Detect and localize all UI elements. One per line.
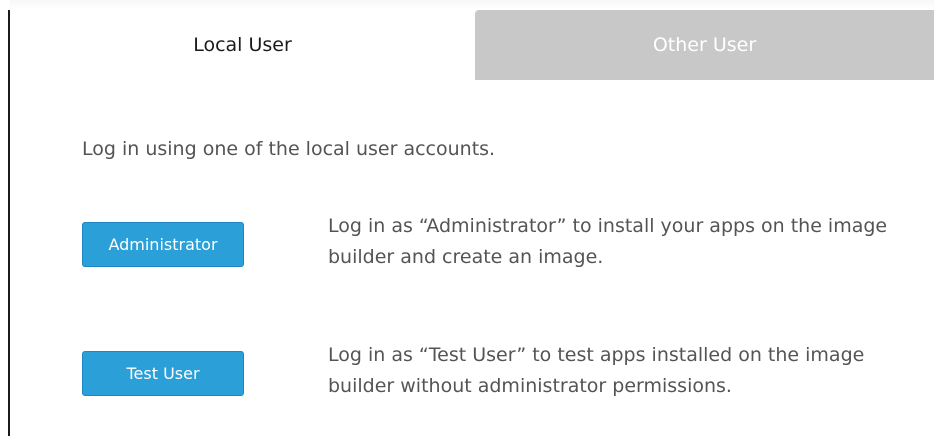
- test-user-button[interactable]: Test User: [82, 351, 244, 396]
- tab-other-user-label: Other User: [652, 34, 757, 56]
- tab-local-user[interactable]: Local User: [10, 10, 475, 80]
- administrator-description: Log in as “Administrator” to install you…: [328, 215, 888, 268]
- test-user-description: Log in as “Test User” to test apps insta…: [328, 344, 865, 397]
- administrator-button[interactable]: Administrator: [82, 222, 244, 267]
- tab-other-user[interactable]: Other User: [475, 10, 934, 80]
- tab-local-user-label: Local User: [193, 34, 292, 56]
- top-edge: [10, 0, 934, 10]
- intro-text: Log in using one of the local user accou…: [82, 138, 496, 160]
- login-panel: Local User Other User Log in using one o…: [0, 0, 934, 436]
